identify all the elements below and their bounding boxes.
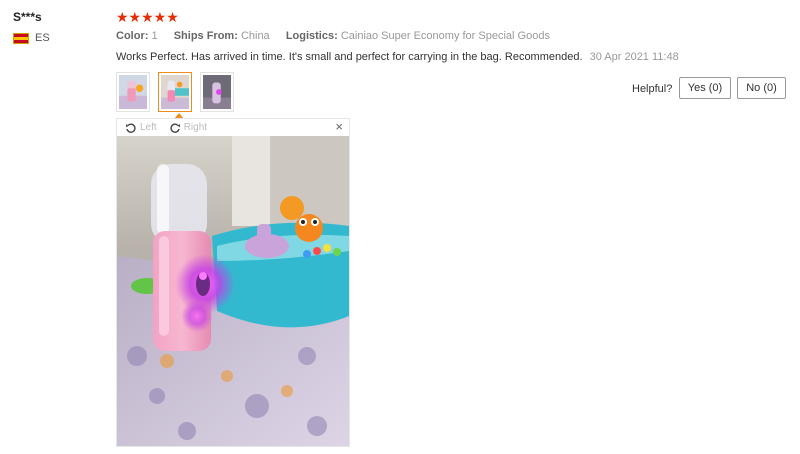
viewer-toolbar: Left Right × xyxy=(117,119,349,136)
rotate-left-label: Left xyxy=(140,122,157,133)
review-date: 30 Apr 2021 11:48 xyxy=(589,51,679,63)
spain-flag-icon xyxy=(13,32,29,44)
ships-from-value: China xyxy=(240,30,270,42)
helpful-no-button[interactable]: No (0) xyxy=(737,77,786,99)
rotate-right-icon xyxy=(170,123,180,133)
rotate-right-label: Right xyxy=(183,122,208,133)
reviewer-name: S***s xyxy=(13,10,42,24)
logistics-value: Cainiao Super Economy for Special Goods xyxy=(340,30,550,42)
star-rating: ★★★★★ xyxy=(116,9,179,25)
photo-viewer: Left Right × xyxy=(116,118,350,447)
review-photo xyxy=(117,136,349,446)
close-viewer-button[interactable]: × xyxy=(335,120,343,134)
review-photo-thumbnail-3[interactable] xyxy=(200,72,234,112)
rotate-left-icon xyxy=(126,123,136,133)
logistics-label: Logistics: xyxy=(285,30,338,42)
review-thumbnails xyxy=(116,72,234,112)
rotate-left-button[interactable]: Left xyxy=(125,122,157,134)
ships-from-label: Ships From: xyxy=(173,30,238,42)
rotate-right-button[interactable]: Right xyxy=(169,122,207,134)
review-photo-thumbnail-2[interactable] xyxy=(158,72,192,112)
review-content: Works Perfect. Has arrived in time. It's… xyxy=(116,51,679,63)
review-text: Works Perfect. Has arrived in time. It's… xyxy=(116,51,583,63)
color-label: Color: xyxy=(116,30,149,42)
order-meta: Color: 1 Ships From: China Logistics: Ca… xyxy=(116,30,550,42)
helpful-yes-button[interactable]: Yes (0) xyxy=(679,77,731,99)
country-code: ES xyxy=(35,32,50,44)
review-photo-thumbnail-1[interactable] xyxy=(116,72,150,112)
reviewer-country: ES xyxy=(13,32,50,44)
helpful-label: Helpful? xyxy=(632,83,673,95)
color-value: 1 xyxy=(151,30,158,42)
